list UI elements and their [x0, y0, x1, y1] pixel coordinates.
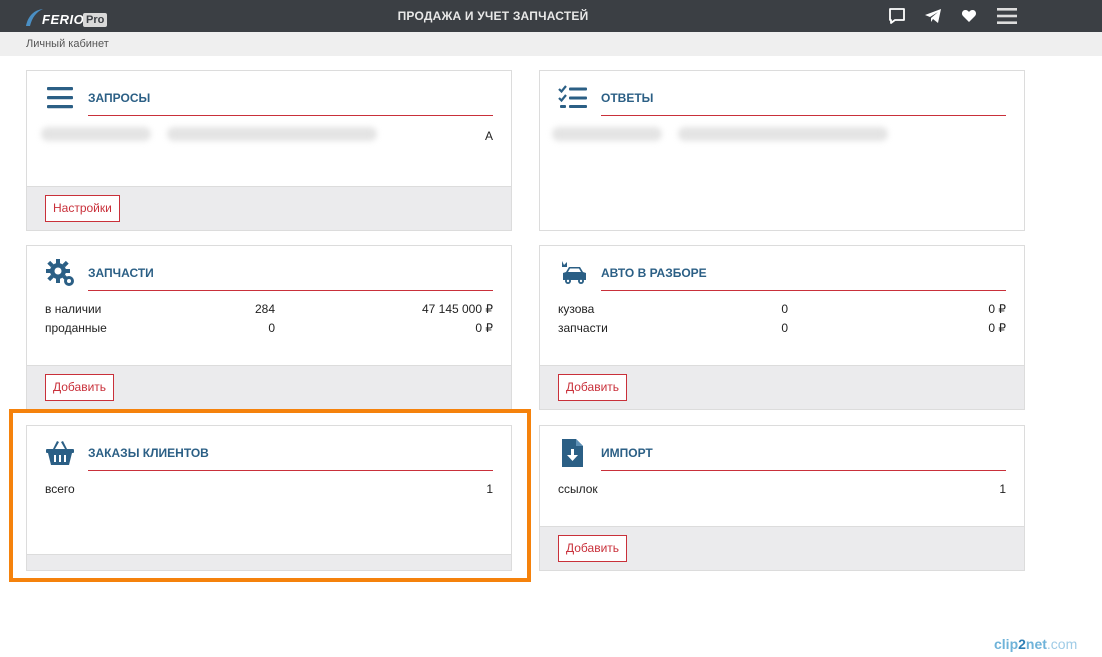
breadcrumb-bar: Личный кабинет [0, 32, 1102, 56]
row-count: 1 [999, 482, 1006, 496]
row-sum: 0 ₽ [475, 321, 493, 335]
card-import: ИМПОРТ ссылок 1 Добавить [539, 425, 1025, 571]
row-label[interactable]: запчасти [558, 321, 608, 335]
card-title[interactable]: ИМПОРТ [601, 446, 653, 460]
row-label[interactable]: кузова [558, 302, 594, 316]
list-icon [47, 87, 73, 109]
car-crash-icon [562, 261, 586, 284]
settings-button[interactable]: Настройки [45, 195, 120, 222]
card-cars: АВТО В РАЗБОРЕ кузова 0 0 ₽ запчасти 0 0… [539, 245, 1025, 410]
chat-icon[interactable] [887, 6, 907, 26]
file-download-icon [562, 439, 583, 467]
checklist-icon [558, 85, 587, 108]
watermark-part: clip [994, 636, 1019, 652]
top-bar: FERIO Pro ПРОДАЖА И УЧЕТ ЗАПЧАСТЕЙ [0, 0, 1102, 32]
card-title[interactable]: ОТВЕТЫ [601, 91, 653, 105]
add-import-button[interactable]: Добавить [558, 535, 628, 562]
divider [601, 470, 1006, 471]
blurred-text [41, 127, 151, 141]
page-title: ПРОДАЖА И УЧЕТ ЗАПЧАСТЕЙ [397, 9, 589, 23]
card-header: ЗАПЧАСТИ [27, 246, 511, 292]
card-body: ссылок 1 [558, 482, 1006, 501]
card-header: ЗАПРОСЫ [27, 71, 511, 117]
card-footer: Настройки [27, 186, 511, 230]
card-parts: ЗАПЧАСТИ в наличии 284 47 145 000 ₽ прод… [26, 245, 512, 410]
card-body: в наличии 284 47 145 000 ₽ проданные 0 0… [45, 302, 493, 340]
divider [601, 290, 1006, 291]
telegram-icon[interactable] [923, 6, 943, 26]
watermark: clip2net.com [994, 636, 1077, 652]
gear-icon [46, 259, 74, 286]
requests-value: А [485, 129, 494, 143]
row-label[interactable]: проданные [45, 321, 107, 335]
watermark-part: .com [1046, 636, 1078, 652]
card-header: ИМПОРТ [540, 426, 1024, 472]
row-count: 0 [268, 321, 275, 335]
card-requests: ЗАПРОСЫ А Настройки [26, 70, 512, 231]
blurred-text [552, 127, 662, 141]
card-title[interactable]: ЗАПЧАСТИ [88, 266, 154, 280]
row-sum: 0 ₽ [988, 302, 1006, 316]
menu-icon[interactable] [996, 6, 1018, 26]
blurred-text [678, 127, 888, 141]
add-car-button[interactable]: Добавить [558, 374, 628, 401]
card-body: кузова 0 0 ₽ запчасти 0 0 ₽ [558, 302, 1006, 340]
row-sum: 0 ₽ [988, 321, 1006, 335]
card-title[interactable]: АВТО В РАЗБОРЕ [601, 266, 707, 280]
watermark-part: 2 [1018, 636, 1026, 652]
card-header: ОТВЕТЫ [540, 71, 1024, 117]
blurred-text [167, 127, 377, 141]
card-answers: ОТВЕТЫ [539, 70, 1025, 231]
heart-icon[interactable] [959, 6, 979, 26]
divider [88, 115, 493, 116]
card-footer: Добавить [540, 365, 1024, 409]
table-row: в наличии 284 47 145 000 ₽ [45, 302, 493, 321]
highlight-frame [9, 409, 531, 582]
table-row: ссылок 1 [558, 482, 1006, 501]
card-header: АВТО В РАЗБОРЕ [540, 246, 1024, 292]
table-row: кузова 0 0 ₽ [558, 302, 1006, 321]
breadcrumb[interactable]: Личный кабинет [26, 38, 109, 50]
watermark-part: net [1025, 636, 1047, 652]
table-row: проданные 0 0 ₽ [45, 321, 493, 340]
add-part-button[interactable]: Добавить [45, 374, 115, 401]
row-label[interactable]: ссылок [558, 482, 598, 496]
row-count: 284 [254, 302, 275, 316]
table-row: запчасти 0 0 ₽ [558, 321, 1006, 340]
row-count: 0 [781, 302, 788, 316]
card-footer: Добавить [27, 365, 511, 409]
card-footer: Добавить [540, 526, 1024, 570]
card-title[interactable]: ЗАПРОСЫ [88, 91, 150, 105]
divider [88, 290, 493, 291]
divider [601, 115, 1006, 116]
row-sum: 47 145 000 ₽ [421, 302, 493, 316]
row-count: 0 [781, 321, 788, 335]
row-label[interactable]: в наличии [45, 302, 101, 316]
